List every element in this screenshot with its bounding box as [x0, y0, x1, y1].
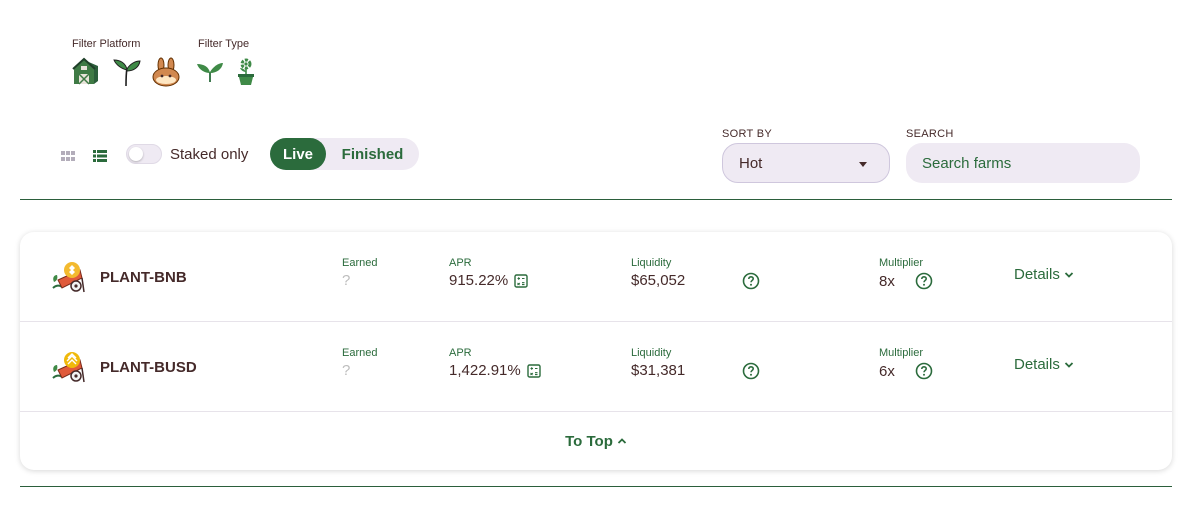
search-label: SEARCH [906, 128, 954, 140]
multiplier-help-icon[interactable] [915, 272, 933, 290]
multiplier-label: Multiplier [879, 257, 924, 269]
plant-busd-token-icon [50, 350, 86, 386]
multiplier-cell: Multiplier 8x [879, 257, 933, 290]
toggle-knob [129, 147, 143, 161]
filter-type-title: Filter Type [198, 38, 250, 50]
bottom-divider [20, 486, 1172, 487]
apr-label: APR [449, 347, 472, 359]
details-label: Details [1014, 356, 1060, 373]
flower-pot-icon[interactable] [232, 56, 260, 88]
liquidity-help-icon[interactable] [742, 362, 760, 380]
grid-view-icon[interactable] [60, 148, 76, 164]
liquidity-cell: Liquidity $65,052 [631, 257, 685, 289]
multiplier-help-icon[interactable] [915, 362, 933, 380]
multiplier-cell: Multiplier 6x [879, 347, 933, 380]
liquidity-value: $65,052 [631, 272, 686, 289]
liquidity-label: Liquidity [631, 257, 672, 269]
filter-platform: Filter Platform [70, 38, 182, 88]
apr-label: APR [449, 257, 472, 269]
farm-name: PLANT-BNB [100, 269, 187, 286]
details-toggle[interactable]: Details [1014, 356, 1074, 373]
multiplier-label: Multiplier [879, 347, 924, 359]
multiplier-value: 8x [879, 272, 895, 290]
list-view-icon[interactable] [92, 148, 108, 164]
liquidity-label: Liquidity [631, 347, 672, 359]
chevron-down-icon [1064, 271, 1073, 278]
apr-value: 1,422.91% [449, 362, 521, 379]
barn-icon[interactable] [70, 56, 102, 88]
earned-cell: Earned ? [342, 347, 377, 379]
details-label: Details [1014, 266, 1060, 283]
live-finished-tabs: Live Finished [270, 138, 419, 170]
table-row[interactable]: PLANT-BUSD Earned ? APR 1,422.91% Liquid… [20, 322, 1172, 412]
apr-value: 915.22% [449, 272, 509, 289]
filter-type: Filter Type [196, 38, 260, 88]
multiplier-value: 6x [879, 362, 895, 380]
search-input[interactable] [906, 143, 1140, 183]
filter-platform-title: Filter Platform [72, 38, 141, 50]
details-toggle[interactable]: Details [1014, 266, 1074, 283]
liquidity-value: $31,381 [631, 362, 686, 379]
leaf-icon[interactable] [196, 56, 224, 88]
liquidity-cell: Liquidity $31,381 [631, 347, 685, 379]
calculator-icon[interactable] [527, 363, 541, 378]
table-row[interactable]: PLANT-BNB Earned ? APR 915.22% Liquidity… [20, 232, 1172, 322]
caret-down-icon [859, 162, 867, 167]
apr-cell: APR 915.22% [449, 257, 528, 289]
chevron-down-icon [1064, 361, 1073, 368]
tab-finished[interactable]: Finished [326, 138, 419, 170]
apr-cell: APR 1,422.91% [449, 347, 541, 379]
chevron-up-icon [617, 438, 627, 444]
liquidity-help-icon[interactable] [742, 272, 760, 290]
farms-table: PLANT-BNB Earned ? APR 915.22% Liquidity… [20, 232, 1172, 470]
earned-value: ? [342, 272, 351, 289]
sort-by-label: SORT BY [722, 128, 772, 140]
farm-name: PLANT-BUSD [100, 359, 197, 376]
plant-bnb-token-icon [50, 260, 86, 296]
filters: Filter Platform Filter Type [70, 38, 260, 88]
earned-label: Earned [342, 347, 378, 359]
sprout-icon[interactable] [110, 56, 142, 88]
to-top-label: To Top [565, 432, 613, 450]
pancake-bunny-icon[interactable] [150, 56, 182, 88]
tab-live[interactable]: Live [270, 138, 326, 170]
to-top-button[interactable]: To Top [20, 412, 1172, 470]
earned-cell: Earned ? [342, 257, 377, 289]
earned-value: ? [342, 362, 351, 379]
sort-select-value: Hot [739, 154, 763, 172]
calculator-icon[interactable] [514, 273, 528, 288]
staked-only-toggle[interactable] [126, 144, 162, 164]
sort-select[interactable]: Hot [722, 143, 890, 183]
toolbar: Staked only Live Finished SORT BY Hot SE… [20, 126, 1172, 200]
staked-only-label: Staked only [170, 146, 249, 163]
earned-label: Earned [342, 257, 378, 269]
